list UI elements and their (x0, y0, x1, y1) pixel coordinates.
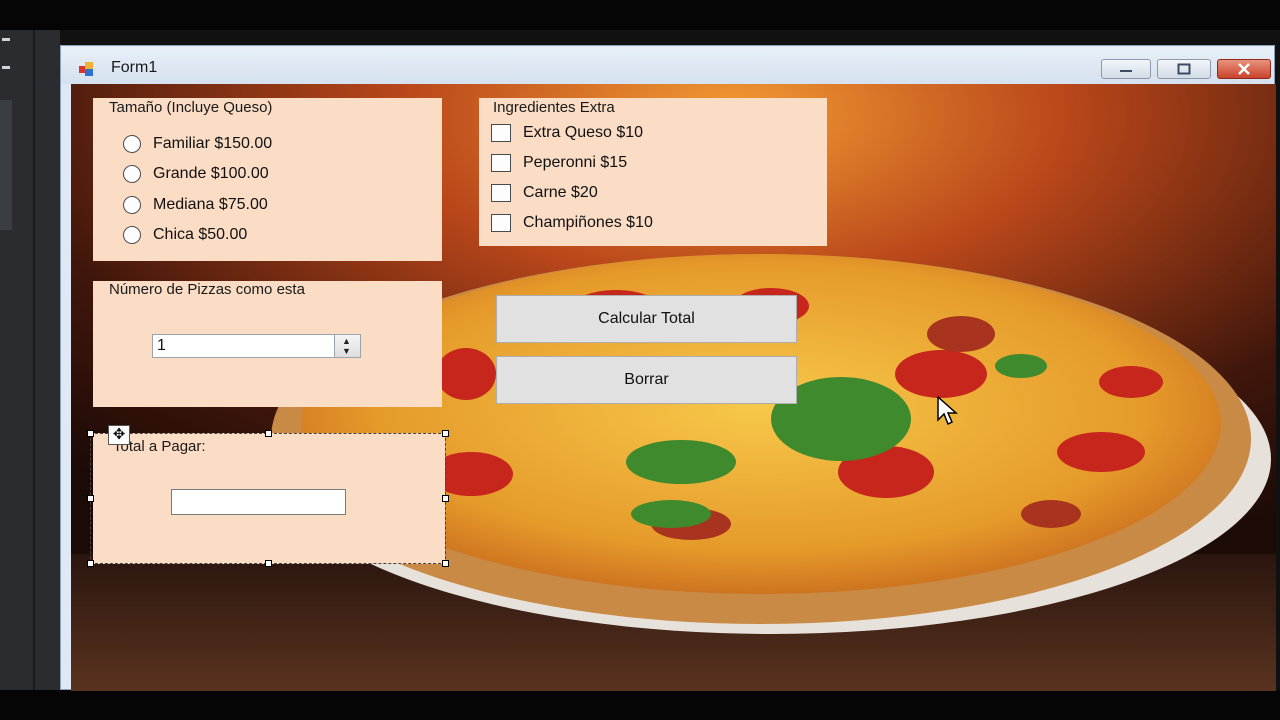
close-button[interactable] (1217, 59, 1271, 79)
size-option-label: Familiar $150.00 (153, 135, 273, 152)
total-textbox[interactable] (171, 489, 346, 515)
radio-button[interactable] (123, 226, 141, 244)
minimize-button[interactable] (1101, 59, 1151, 79)
extra-option-label: Carne $20 (523, 184, 598, 201)
calculate-total-button[interactable]: Calcular Total (496, 295, 797, 343)
quantity-groupbox: Número de Pizzas como esta 1 ▲ ▼ (93, 281, 442, 407)
size-groupbox: Tamaño (Incluye Queso) Familiar $150.00 … (93, 98, 442, 261)
size-option-chica[interactable]: Chica $50.00 (123, 226, 247, 244)
maximize-button[interactable] (1157, 59, 1211, 79)
extra-option-label: Peperonni $15 (523, 154, 628, 171)
total-groupbox[interactable]: Total a Pagar: (93, 433, 445, 564)
quantity-stepper[interactable]: 1 ▲ ▼ (152, 334, 361, 358)
resize-handle[interactable] (442, 560, 449, 567)
extra-option-peperonni[interactable]: Peperonni $15 (491, 154, 627, 172)
checkbox[interactable] (491, 214, 511, 232)
extra-option-carne[interactable]: Carne $20 (491, 184, 598, 202)
extra-option-label: Champiñones $10 (523, 214, 653, 231)
form-client-area: Tamaño (Incluye Queso) Familiar $150.00 … (71, 84, 1276, 691)
extras-group-title: Ingredientes Extra (493, 99, 615, 116)
arrow-cursor-icon (937, 396, 958, 426)
ide-scrollbar[interactable] (0, 100, 12, 230)
quantity-value[interactable]: 1 (157, 337, 166, 355)
window-title: Form1 (111, 59, 158, 76)
resize-handle[interactable] (265, 430, 272, 437)
ide-bottom-bar (0, 690, 1280, 720)
ide-marker (2, 38, 10, 41)
close-icon (1238, 63, 1250, 75)
size-option-label: Chica $50.00 (153, 226, 248, 243)
radio-button[interactable] (123, 135, 141, 153)
resize-handle[interactable] (442, 495, 449, 502)
size-option-mediana[interactable]: Mediana $75.00 (123, 196, 268, 214)
extra-option-champinones[interactable]: Champiñones $10 (491, 214, 653, 232)
extra-option-label: Extra Queso $10 (523, 124, 644, 141)
checkbox[interactable] (491, 154, 511, 172)
ide-side-panel (0, 30, 60, 690)
quantity-group-title: Número de Pizzas como esta (109, 281, 305, 298)
resize-handle[interactable] (87, 430, 94, 437)
resize-handle[interactable] (265, 560, 272, 567)
move-handle-icon[interactable]: ✥ (108, 425, 130, 445)
radio-button[interactable] (123, 196, 141, 214)
size-option-label: Grande $100.00 (153, 165, 269, 182)
checkbox[interactable] (491, 184, 511, 202)
ide-marker (2, 66, 10, 69)
resize-handle[interactable] (87, 495, 94, 502)
size-option-familiar[interactable]: Familiar $150.00 (123, 135, 272, 153)
form-window: Form1 Tamaño (Incluye Queso) Familiar $1… (60, 45, 1276, 691)
spin-up-icon[interactable]: ▲ (342, 337, 351, 346)
radio-button[interactable] (123, 165, 141, 183)
spin-down-icon[interactable]: ▼ (342, 347, 351, 356)
size-option-grande[interactable]: Grande $100.00 (123, 165, 269, 183)
form-icon (79, 62, 95, 76)
screen: Form1 Tamaño (Incluye Queso) Familiar $1… (0, 0, 1280, 720)
spin-buttons[interactable]: ▲ ▼ (334, 335, 360, 357)
ide-top-bar (0, 0, 1280, 30)
size-group-title: Tamaño (Incluye Queso) (109, 99, 273, 116)
size-option-label: Mediana $75.00 (153, 196, 268, 213)
extras-groupbox: Ingredientes Extra Extra Queso $10 Peper… (479, 98, 827, 246)
resize-handle[interactable] (442, 430, 449, 437)
resize-handle[interactable] (87, 560, 94, 567)
ide-divider (33, 30, 35, 690)
maximize-icon (1177, 63, 1191, 75)
extra-option-queso[interactable]: Extra Queso $10 (491, 124, 643, 142)
title-bar[interactable]: Form1 (61, 46, 1274, 84)
checkbox[interactable] (491, 124, 511, 142)
clear-button[interactable]: Borrar (496, 356, 797, 404)
minimize-icon (1120, 70, 1132, 72)
